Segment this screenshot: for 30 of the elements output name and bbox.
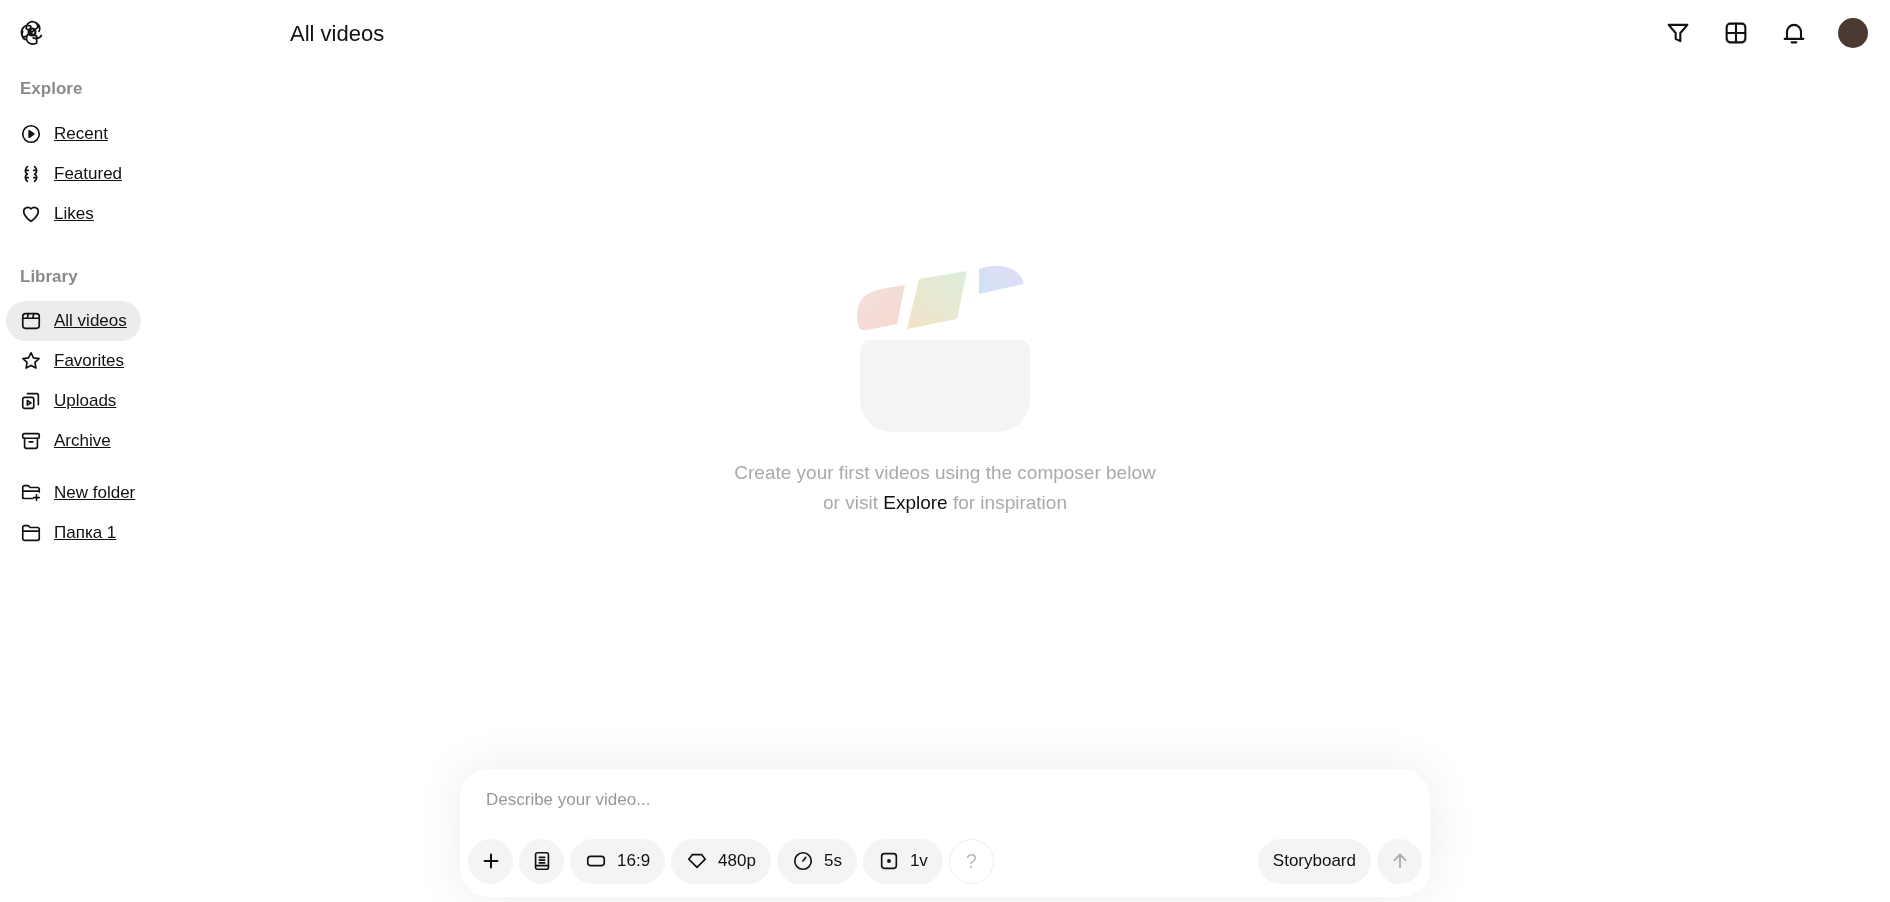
clapperboard-icon <box>20 310 42 332</box>
avatar[interactable] <box>1838 18 1868 48</box>
empty-state-message: Create your first videos using the composer below or visit Explore for inspiration <box>734 461 1156 515</box>
sidebar-item[interactable]: Archive <box>6 421 125 461</box>
storyboard-button[interactable]: Storyboard <box>1257 838 1371 884</box>
page-title: All videos <box>290 19 385 48</box>
sidebar-item[interactable]: All videos <box>6 301 141 341</box>
play-circle-icon <box>20 122 42 145</box>
stopwatch-icon <box>791 850 814 872</box>
star-icon <box>20 350 42 372</box>
sidebar-item[interactable]: Recent <box>6 113 122 154</box>
sidebar-item[interactable]: Uploads <box>6 381 131 421</box>
section-heading: Explore <box>19 78 84 100</box>
duration-button[interactable]: 5s <box>776 838 857 884</box>
sidebar-item[interactable]: Likes <box>6 193 108 234</box>
presets-button[interactable] <box>519 838 564 884</box>
section-heading: Library <box>19 265 79 288</box>
sidebar-item[interactable]: Favorites <box>6 341 138 381</box>
explore-link[interactable]: Explore <box>883 492 948 513</box>
folder-plus-icon <box>20 482 42 504</box>
aspect-ratio-button[interactable]: 16:9 <box>570 838 666 884</box>
resolution-button[interactable]: 480p <box>671 838 771 884</box>
video-stack-icon <box>20 390 42 412</box>
folder-icon <box>20 522 42 544</box>
sidebar-item[interactable]: Папка 1 <box>6 513 131 553</box>
sidebar-item[interactable]: Featured <box>6 153 137 194</box>
sidebar-item[interactable]: New folder <box>6 473 150 513</box>
archive-box-icon <box>20 430 42 452</box>
variations-button[interactable]: 1v <box>862 838 943 884</box>
add-button[interactable] <box>468 838 513 884</box>
